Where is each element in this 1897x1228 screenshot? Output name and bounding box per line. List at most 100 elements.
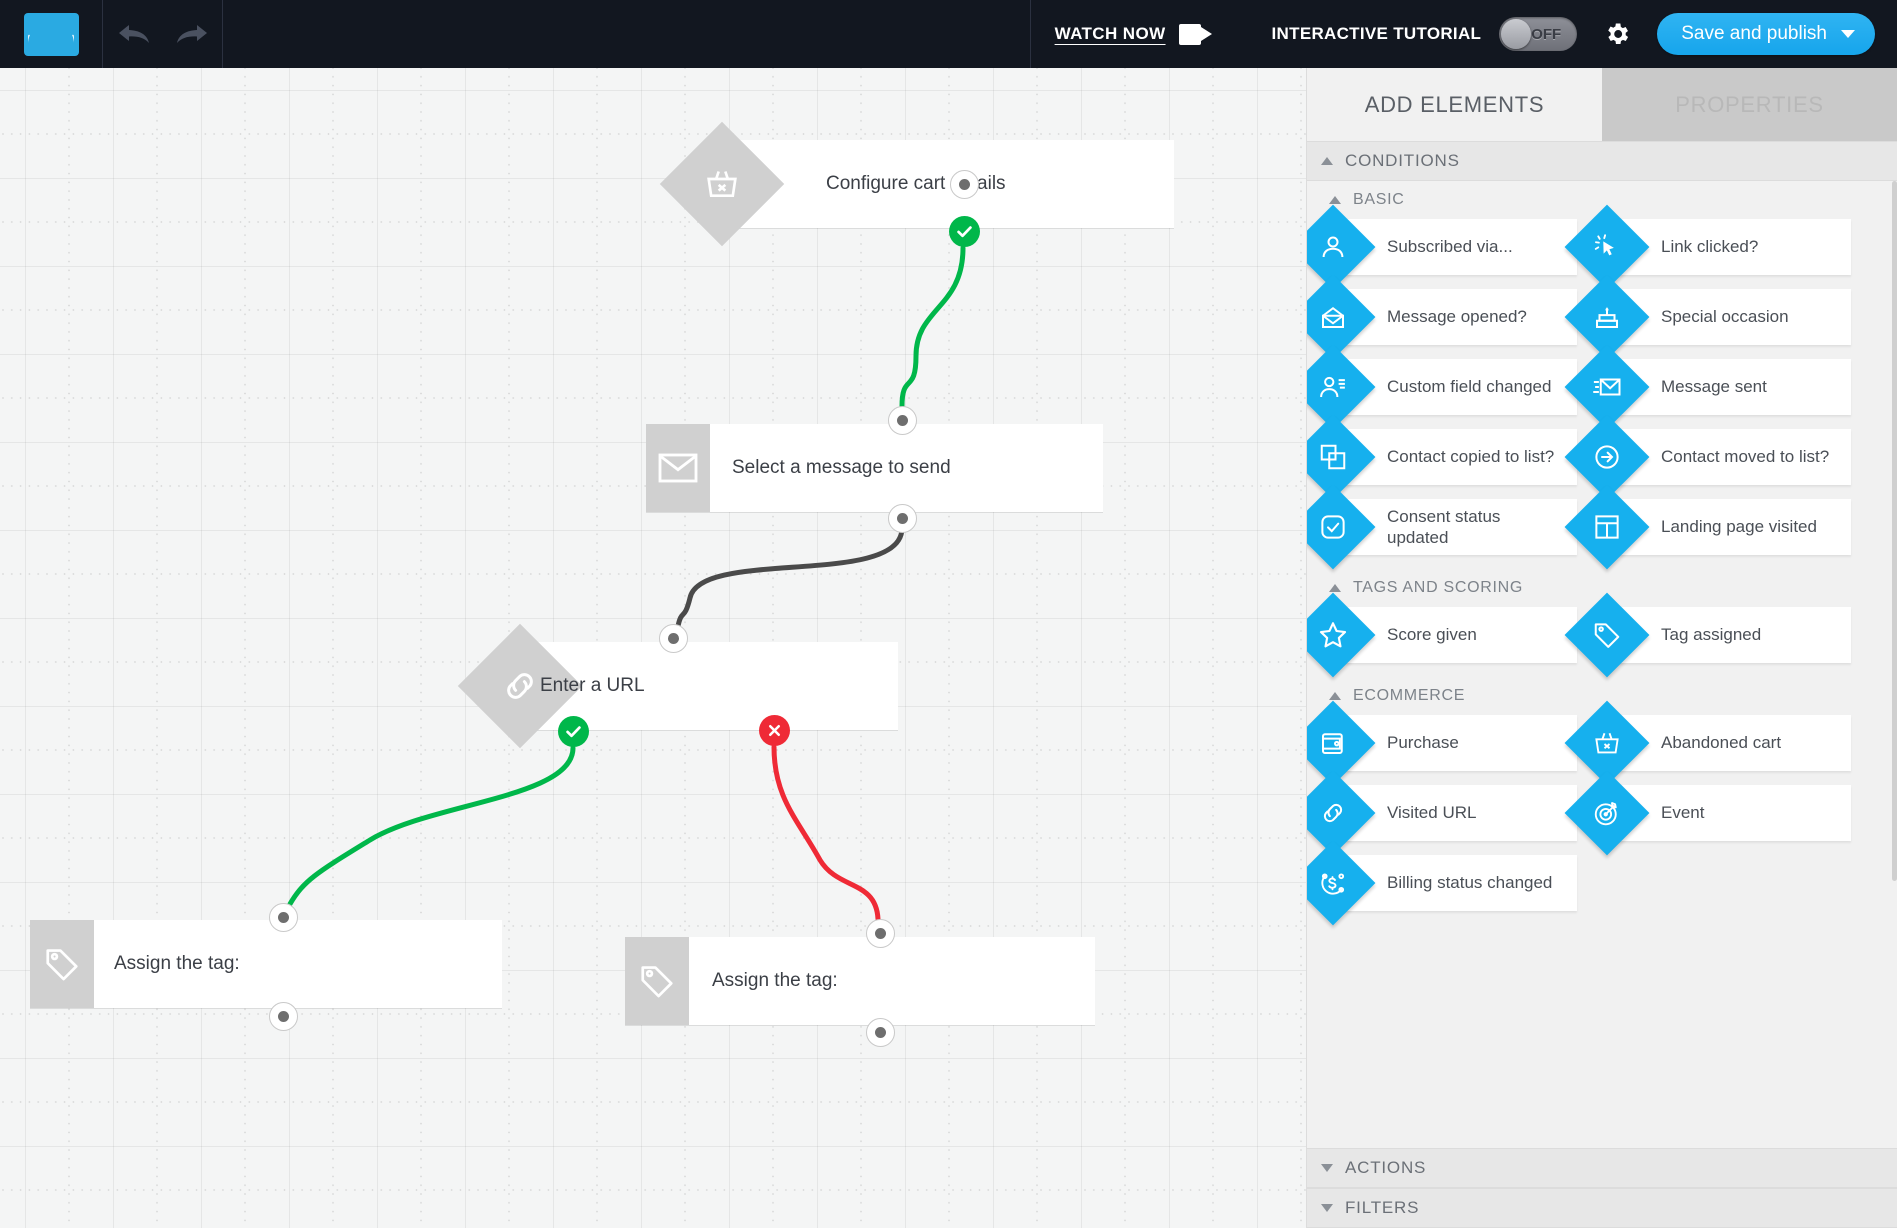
layout-icon	[1564, 484, 1650, 570]
interactive-tutorial-label: INTERACTIVE TUTORIAL	[1271, 24, 1482, 43]
tile-label: Message sent	[1661, 377, 1767, 397]
element-tile-score-given[interactable]: Score given	[1307, 592, 1577, 678]
element-tile-custom-field-changed[interactable]: Custom field changed	[1307, 344, 1577, 430]
panel-scrollbar[interactable]	[1892, 141, 1897, 1228]
node-output-port[interactable]	[866, 1018, 895, 1047]
automation-workflow-builder: WATCH NOW INTERACTIVE TUTORIAL OFF Save …	[0, 0, 1897, 1228]
tile-label: Consent status updated	[1387, 506, 1501, 547]
node-select-a-message-to-send[interactable]: Select a message to send	[646, 424, 1103, 512]
wire-url-yes-to-tag-left	[287, 745, 576, 907]
toolbar-actions: WATCH NOW INTERACTIVE TUTORIAL OFF Save …	[1031, 0, 1897, 68]
toolbar-spacer	[223, 0, 1031, 68]
elements-panel: ADD ELEMENTS PROPERTIES CONDITIONS BASIC…	[1306, 68, 1897, 1228]
element-tile-billing-status-changed[interactable]: Billing status changed	[1307, 840, 1577, 926]
abandoned-cart-icon	[659, 121, 785, 247]
section-header-filters[interactable]: FILTERS	[1307, 1188, 1897, 1228]
node-input-port[interactable]	[866, 919, 895, 948]
wire-message-to-url	[675, 525, 905, 629]
element-tile-purchase[interactable]: Purchase	[1307, 700, 1577, 786]
node-input-port[interactable]	[888, 406, 917, 435]
watch-now-button[interactable]: WATCH NOW	[1055, 23, 1212, 45]
node-no-port[interactable]	[759, 715, 790, 746]
workflow-canvas[interactable]: Configure cart details Select a message …	[0, 68, 1306, 1228]
tag-icon	[30, 920, 94, 1008]
element-tile-abandoned-cart[interactable]: Abandoned cart	[1564, 700, 1851, 786]
node-label: Select a message to send	[732, 457, 951, 478]
toggle-state-label: OFF	[1531, 25, 1562, 43]
tile-label: Billing status changed	[1387, 873, 1553, 893]
panel-scrollbar-thumb[interactable]	[1892, 181, 1897, 881]
person-list-icon	[1307, 344, 1376, 430]
element-tile-message-sent[interactable]: Message sent	[1564, 344, 1851, 430]
element-tile-contact-moved-to-list[interactable]: Contact moved to list?	[1564, 414, 1851, 500]
section-label: CONDITIONS	[1345, 151, 1460, 170]
undo-arrow-icon[interactable]	[116, 19, 152, 49]
tile-label: Special occasion	[1661, 307, 1789, 327]
element-tile-contact-copied-to-list[interactable]: Contact copied to list?	[1307, 414, 1577, 500]
group-label: TAGS AND SCORING	[1353, 579, 1524, 596]
element-tile-consent-status-updated[interactable]: Consent status updated	[1307, 484, 1577, 570]
tile-label: Tag assigned	[1661, 625, 1762, 645]
top-toolbar: WATCH NOW INTERACTIVE TUTORIAL OFF Save …	[0, 0, 1897, 68]
section-header-actions[interactable]: ACTIONS	[1307, 1148, 1897, 1188]
element-tile-visited-url[interactable]: Visited URL	[1307, 770, 1577, 856]
tile-label: Custom field changed	[1387, 377, 1552, 397]
envelope-logo-icon[interactable]	[23, 12, 79, 56]
save-and-publish-label: Save and publish	[1681, 23, 1827, 44]
tile-label: Abandoned cart	[1661, 733, 1782, 753]
element-tile-link-clicked[interactable]: Link clicked?	[1564, 204, 1851, 290]
wire-url-no-to-tag-right	[771, 744, 881, 922]
chevron-down-icon	[1321, 1164, 1333, 1172]
section-label: ACTIONS	[1345, 1158, 1427, 1177]
chevron-up-icon	[1329, 692, 1341, 700]
element-tile-subscribed-via[interactable]: Subscribed via...	[1307, 204, 1577, 290]
link-icon	[1307, 770, 1376, 856]
node-input-port[interactable]	[269, 903, 298, 932]
panel-tabs: ADD ELEMENTS PROPERTIES	[1307, 68, 1897, 141]
video-camera-icon	[1178, 23, 1212, 45]
node-assign-the-tag-right[interactable]: Assign the tag:	[625, 937, 1095, 1025]
tile-label: Contact moved to list?	[1661, 447, 1830, 467]
app-logo-cell[interactable]	[0, 0, 103, 68]
node-assign-the-tag-left[interactable]: Assign the tag:	[30, 920, 502, 1008]
interactive-tutorial-toggle[interactable]: OFF	[1499, 17, 1578, 51]
element-tile-tag-assigned[interactable]: Tag assigned	[1564, 592, 1851, 678]
node-success-port[interactable]	[949, 216, 980, 247]
tab-properties[interactable]: PROPERTIES	[1602, 68, 1897, 141]
group-items-basic: Subscribed via... Link clicked? Message …	[1307, 204, 1897, 570]
node-output-port[interactable]	[269, 1002, 298, 1031]
section-header-conditions[interactable]: CONDITIONS	[1307, 141, 1897, 181]
caret-down-icon	[1841, 30, 1855, 38]
tile-label: Score given	[1387, 625, 1477, 645]
toggle-knob	[1501, 19, 1532, 49]
element-tile-event[interactable]: Event	[1564, 770, 1851, 856]
save-and-publish-button[interactable]: Save and publish	[1657, 13, 1875, 55]
panel-collapsed-sections: ACTIONS FILTERS	[1307, 1148, 1897, 1228]
dollar-circle-icon	[1307, 840, 1376, 926]
element-tile-special-occasion[interactable]: Special occasion	[1564, 274, 1851, 360]
node-input-port[interactable]	[950, 170, 979, 199]
group-label: BASIC	[1353, 191, 1405, 208]
target-icon	[1564, 770, 1650, 856]
panel-body[interactable]: CONDITIONS BASIC Subscribed via... Link …	[1307, 141, 1897, 1228]
section-label: FILTERS	[1345, 1198, 1420, 1217]
node-yes-port[interactable]	[558, 716, 589, 747]
chevron-up-icon	[1329, 584, 1341, 592]
tile-label: Link clicked?	[1661, 237, 1759, 257]
chevron-up-icon	[1321, 157, 1333, 165]
chevron-down-icon	[1321, 1204, 1333, 1212]
tile-label: Subscribed via...	[1387, 237, 1513, 257]
element-tile-landing-page-visited[interactable]: Landing page visited	[1564, 484, 1851, 570]
tile-label: Contact copied to list?	[1387, 447, 1555, 467]
open-envelope-icon	[1307, 274, 1376, 360]
tab-add-elements[interactable]: ADD ELEMENTS	[1307, 68, 1602, 141]
group-items-ecommerce: Purchase Abandoned cart Visited URL Even…	[1307, 700, 1897, 926]
node-output-port[interactable]	[888, 504, 917, 533]
group-label: ECOMMERCE	[1353, 687, 1466, 704]
redo-arrow-icon[interactable]	[174, 19, 210, 49]
element-tile-message-opened[interactable]: Message opened?	[1307, 274, 1577, 360]
gear-icon[interactable]	[1603, 20, 1631, 48]
node-configure-cart-details[interactable]: Configure cart details	[659, 121, 1174, 247]
node-input-port[interactable]	[659, 624, 688, 653]
tile-label: Message opened?	[1387, 307, 1527, 327]
